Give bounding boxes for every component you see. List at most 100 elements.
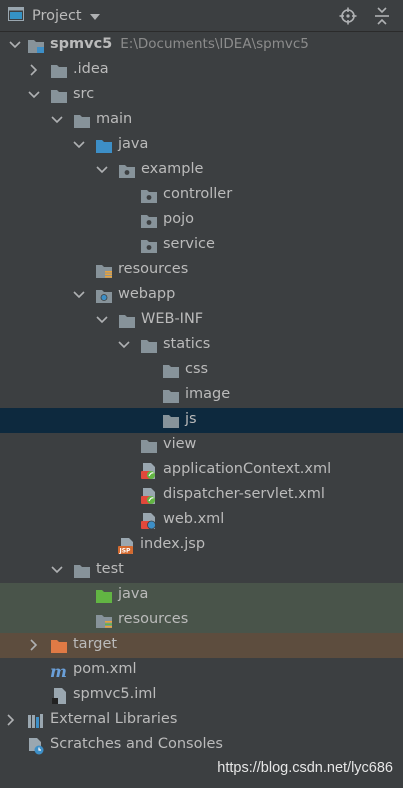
tree-node-external-libraries[interactable]: External Libraries: [0, 708, 403, 733]
chevron-right-icon[interactable]: [27, 638, 41, 652]
folder-icon: [140, 437, 158, 455]
project-tree: spmvc5 E:\Documents\IDEA\spmvc5 .idea src…: [0, 33, 403, 758]
tree-node-src[interactable]: src: [0, 83, 403, 108]
locate-file-button[interactable]: [337, 5, 359, 27]
package-icon: [118, 162, 136, 180]
folder-icon: [162, 387, 180, 405]
tree-node-web-inf[interactable]: WEB-INF: [0, 308, 403, 333]
tree-node-label: WEB-INF: [141, 311, 204, 327]
folder-icon: [73, 112, 91, 130]
tree-node-label: resources: [118, 611, 189, 627]
tree-node-label: image: [185, 386, 231, 402]
tree-node-service[interactable]: service: [0, 233, 403, 258]
tree-node-scratches[interactable]: Scratches and Consoles: [0, 733, 403, 758]
watermark: https://blog.csdn.net/lyc686: [217, 760, 393, 776]
module-folder-icon: [27, 37, 45, 55]
folder-icon: [162, 412, 180, 430]
folder-icon: [50, 62, 68, 80]
tree-node-css[interactable]: css: [0, 358, 403, 383]
chevron-down-icon[interactable]: [8, 38, 22, 52]
tree-node-label: statics: [163, 336, 211, 352]
tree-node-image[interactable]: image: [0, 383, 403, 408]
tree-node-webapp[interactable]: webapp: [0, 283, 403, 308]
tree-node-spmvc5[interactable]: spmvc5 E:\Documents\IDEA\spmvc5: [0, 33, 403, 58]
tree-node-label: test: [96, 561, 124, 577]
chevron-down-icon[interactable]: [95, 313, 109, 327]
tree-node-controller[interactable]: controller: [0, 183, 403, 208]
project-tool-window-header: Project: [0, 0, 403, 32]
tree-node-label: webapp: [118, 286, 176, 302]
tree-node-label: controller: [163, 186, 233, 202]
tree-node-java[interactable]: java: [0, 133, 403, 158]
excluded-folder-icon: [50, 637, 68, 655]
tree-node-pom[interactable]: m pom.xml: [0, 658, 403, 683]
test-source-folder-icon: [95, 587, 113, 605]
spring-xml-file-icon: [140, 487, 158, 505]
chevron-down-icon[interactable]: [27, 88, 41, 102]
tree-node-label: target: [73, 636, 118, 652]
tree-node-js[interactable]: js: [0, 408, 403, 433]
test-resources-folder-icon: [95, 612, 113, 630]
iml-file-icon: [50, 687, 68, 705]
svg-text:m: m: [50, 662, 67, 680]
tree-node-label: spmvc5.iml: [73, 686, 157, 702]
tree-node-label: web.xml: [163, 511, 225, 527]
maven-icon: m: [50, 662, 68, 681]
tree-node-label: pojo: [163, 211, 194, 227]
tree-node-label: css: [185, 361, 209, 377]
tree-node-label: Scratches and Consoles: [50, 736, 223, 752]
tree-node-application-context[interactable]: applicationContext.xml: [0, 458, 403, 483]
folder-icon: [50, 87, 68, 105]
web-xml-file-icon: [140, 512, 158, 530]
tree-node-statics[interactable]: statics: [0, 333, 403, 358]
tree-node-index-jsp[interactable]: JSP index.jsp: [0, 533, 403, 558]
tree-node-label: dispatcher-servlet.xml: [163, 486, 325, 502]
project-window-icon: [8, 7, 24, 25]
tree-node-example[interactable]: example: [0, 158, 403, 183]
project-view-selector[interactable]: Project: [8, 5, 100, 27]
tree-node-label: view: [163, 436, 197, 452]
tree-node-label: pom.xml: [73, 661, 137, 677]
tree-node-label: js: [185, 411, 197, 427]
chevron-down-icon[interactable]: [50, 563, 64, 577]
folder-icon: [118, 312, 136, 330]
chevron-down-icon[interactable]: [117, 338, 131, 352]
tree-node-label: .idea: [73, 61, 109, 77]
tree-node-test-java[interactable]: java: [0, 583, 403, 608]
package-icon: [140, 212, 158, 230]
collapse-all-button[interactable]: [371, 5, 393, 27]
chevron-down-icon[interactable]: [72, 138, 86, 152]
tree-node-test-resources[interactable]: resources: [0, 608, 403, 633]
resources-folder-icon: [95, 262, 113, 280]
chevron-down-icon[interactable]: [72, 288, 86, 302]
tree-node-iml[interactable]: spmvc5.iml: [0, 683, 403, 708]
tree-node-label: src: [73, 86, 95, 102]
chevron-right-icon[interactable]: [27, 63, 41, 77]
tree-node-label: External Libraries: [50, 711, 178, 727]
tree-node-web-xml[interactable]: web.xml: [0, 508, 403, 533]
project-name: spmvc5: [50, 36, 113, 52]
tree-node-pojo[interactable]: pojo: [0, 208, 403, 233]
tree-node-label: index.jsp: [140, 536, 206, 552]
chevron-down-icon[interactable]: [50, 113, 64, 127]
package-icon: [140, 237, 158, 255]
chevron-down-icon: [89, 8, 100, 24]
folder-icon: [73, 562, 91, 580]
tree-node-view[interactable]: view: [0, 433, 403, 458]
library-icon: [27, 712, 45, 730]
tree-node-resources[interactable]: resources: [0, 258, 403, 283]
tree-node-main[interactable]: main: [0, 108, 403, 133]
chevron-down-icon[interactable]: [95, 163, 109, 177]
tree-node-idea[interactable]: .idea: [0, 58, 403, 83]
scratches-icon: [27, 737, 45, 755]
tree-node-label: resources: [118, 261, 189, 277]
tree-node-test[interactable]: test: [0, 558, 403, 583]
tree-node-dispatcher-servlet[interactable]: dispatcher-servlet.xml: [0, 483, 403, 508]
jsp-file-icon: JSP: [117, 537, 135, 555]
tree-node-label: service: [163, 236, 215, 252]
chevron-right-icon[interactable]: [4, 713, 18, 727]
package-icon: [140, 187, 158, 205]
tree-node-label: main: [96, 111, 133, 127]
project-path: E:\Documents\IDEA\spmvc5: [120, 36, 309, 52]
tree-node-target[interactable]: target: [0, 633, 403, 658]
